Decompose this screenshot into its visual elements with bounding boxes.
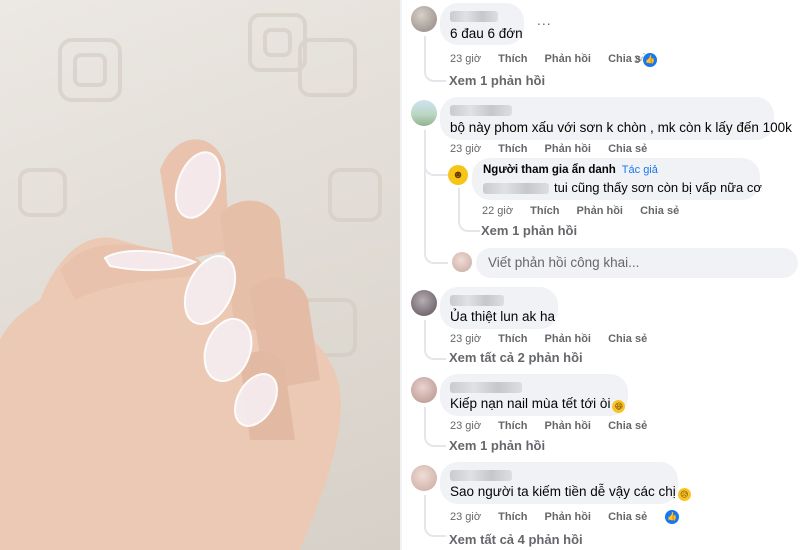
like-action[interactable]: Thích xyxy=(530,205,559,217)
sad-emoji-icon: 😥 xyxy=(677,488,691,501)
reply-bubble: Người tham gia ẩn danh Tác giả tui cũng t… xyxy=(472,158,762,200)
view-replies-link[interactable]: Xem 1 phản hồi xyxy=(449,73,545,88)
blurred-name xyxy=(450,382,522,393)
comment-bubble: bộ này phom xấu với sơn k chòn , mk còn … xyxy=(440,97,792,140)
like-reaction-icon: 👍 xyxy=(642,52,659,68)
comment-bubble: 6 đau 6 đớn xyxy=(440,3,524,45)
reply-author-name[interactable]: Người tham gia ẩn danh xyxy=(483,164,616,176)
reply-action[interactable]: Phản hồi xyxy=(545,333,591,345)
thread-connector xyxy=(424,160,448,176)
share-action[interactable]: Chia sẻ xyxy=(608,420,647,432)
comment-bubble: Ủa thiệt lun ak ha xyxy=(440,287,558,329)
comment-text: bộ này phom xấu với sơn k chòn , mk còn … xyxy=(450,120,792,135)
reply-action[interactable]: Phản hồi xyxy=(545,511,591,523)
comment-text: Kiếp nạn nail mùa tết tới òi 😆 xyxy=(450,396,626,413)
post-photo[interactable] xyxy=(0,0,400,550)
thread-line xyxy=(424,130,426,252)
thread-connector xyxy=(424,340,446,360)
share-action[interactable]: Chia sẻ xyxy=(640,205,679,217)
commenter-avatar[interactable] xyxy=(411,6,437,32)
comment-actions: 23 giờ Thích Phản hồi Chia sẻ xyxy=(450,511,661,523)
like-reaction-icon: 👍 xyxy=(664,509,680,525)
thread-line xyxy=(424,407,426,431)
view-replies-link[interactable]: Xem tất cả 4 phản hồi xyxy=(449,532,583,547)
view-replies-link[interactable]: Xem 1 phản hồi xyxy=(449,438,545,453)
comment-text: Ủa thiệt lun ak ha xyxy=(450,309,556,324)
blurred-name xyxy=(450,11,498,22)
more-options-icon[interactable]: ... xyxy=(537,12,552,28)
like-action[interactable]: Thích xyxy=(498,143,527,155)
commenter-avatar[interactable] xyxy=(411,377,437,403)
thread-connector xyxy=(424,62,446,82)
comment-time[interactable]: 23 giờ xyxy=(450,333,481,345)
comments-panel: 6 đau 6 đớn ... 23 giờ Thích Phản hồi Ch… xyxy=(402,0,800,550)
share-action[interactable]: Chia sẻ xyxy=(608,511,647,523)
reply-action[interactable]: Phản hồi xyxy=(545,420,591,432)
reply-time[interactable]: 22 giờ xyxy=(482,205,513,217)
share-action[interactable]: Chia sẻ xyxy=(608,333,647,345)
reply-action[interactable]: Phản hồi xyxy=(545,53,591,65)
comment-text-content: Sao người ta kiếm tiền dễ vậy các chị xyxy=(450,484,676,499)
like-action[interactable]: Thích xyxy=(498,420,527,432)
reply-actions: 22 giờ Thích Phản hồi Chia sẻ xyxy=(482,205,693,217)
thread-connector xyxy=(424,246,448,264)
commenter-avatar[interactable] xyxy=(411,100,437,126)
comment-bubble: Kiếp nạn nail mùa tết tới òi 😆 xyxy=(440,374,628,416)
comment-time[interactable]: 23 giờ xyxy=(450,420,481,432)
view-replies-link[interactable]: Xem 1 phản hồi xyxy=(481,223,577,238)
reply-text: tui cũng thấy sơn còn bị vấp nữa cơ xyxy=(554,180,762,195)
blurred-mention xyxy=(483,183,549,194)
comment-actions: 23 giờ Thích Phản hồi Chia sẻ xyxy=(450,333,661,345)
comment-actions: 23 giờ Thích Phản hồi Chia sẻ xyxy=(450,143,661,155)
thread-connector xyxy=(458,210,480,232)
comment-time[interactable]: 23 giờ xyxy=(450,143,481,155)
thread-line xyxy=(458,188,460,212)
thread-line xyxy=(424,495,426,521)
hand-photo-illustration xyxy=(0,13,382,550)
reply-action[interactable]: Phản hồi xyxy=(577,205,623,217)
my-avatar[interactable] xyxy=(452,252,472,272)
thread-connector xyxy=(424,519,446,537)
view-replies-link[interactable]: Xem tất cả 2 phản hồi xyxy=(449,350,583,365)
comment-text-content: Kiếp nạn nail mùa tết tới òi xyxy=(450,396,611,411)
comment-bubble: Sao người ta kiếm tiền dễ vậy các chị 😥 xyxy=(440,462,691,504)
comment-actions: 23 giờ Thích Phản hồi Chia sẻ xyxy=(450,53,661,65)
anonymous-mask-icon: ☻ xyxy=(452,169,464,181)
thread-line xyxy=(424,320,426,342)
author-badge: Tác giả xyxy=(621,164,658,176)
comment-text: Sao người ta kiếm tiền dễ vậy các chị 😥 xyxy=(450,484,691,501)
comment-time[interactable]: 23 giờ xyxy=(450,511,481,523)
commenter-avatar[interactable] xyxy=(411,290,437,316)
like-action[interactable]: Thích xyxy=(498,333,527,345)
comment-time[interactable]: 23 giờ xyxy=(450,53,481,65)
blurred-name xyxy=(450,295,504,306)
thread-connector xyxy=(424,429,446,447)
reply-action[interactable]: Phản hồi xyxy=(545,143,591,155)
commenter-avatar[interactable] xyxy=(411,465,437,491)
reply-author[interactable]: Người tham gia ẩn danh Tác giả xyxy=(483,164,658,176)
blurred-name xyxy=(450,105,512,116)
anonymous-avatar[interactable]: ☻ xyxy=(448,165,468,185)
comment-actions: 23 giờ Thích Phản hồi Chia sẻ xyxy=(450,420,661,432)
write-reply-input[interactable]: Viết phản hồi công khai... xyxy=(476,248,798,278)
like-action[interactable]: Thích xyxy=(498,53,527,65)
reaction-count: 3 xyxy=(634,53,641,66)
reaction-summary[interactable]: 3 👍 xyxy=(634,52,672,68)
thread-line xyxy=(424,36,426,64)
blurred-name xyxy=(450,470,512,481)
laughing-emoji-icon: 😆 xyxy=(612,400,626,413)
like-action[interactable]: Thích xyxy=(498,511,527,523)
share-action[interactable]: Chia sẻ xyxy=(608,143,647,155)
comment-text: 6 đau 6 đớn xyxy=(450,26,523,41)
reaction-summary[interactable]: 👍 xyxy=(664,509,694,525)
